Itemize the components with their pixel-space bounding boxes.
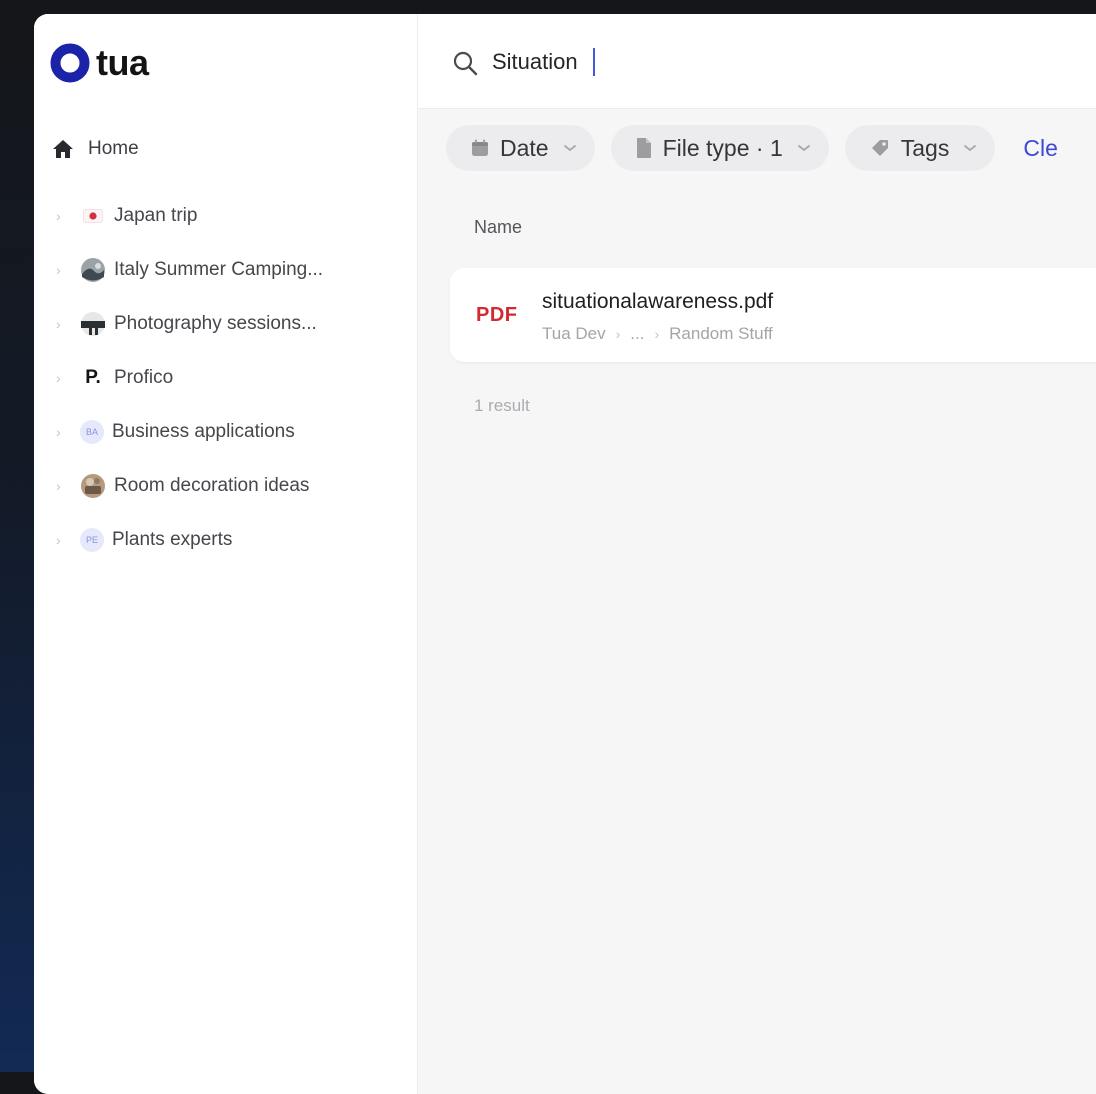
home-icon bbox=[52, 139, 74, 159]
initials-avatar-icon: PE bbox=[80, 528, 104, 552]
chevron-right-icon[interactable]: › bbox=[56, 532, 70, 548]
name-column-header[interactable]: Name bbox=[474, 217, 522, 238]
pdf-file-icon: PDF bbox=[476, 304, 518, 326]
file-path-breadcrumb: Tua Dev › ... › Random Stuff bbox=[542, 324, 773, 344]
chevron-right-icon[interactable]: › bbox=[56, 370, 70, 386]
japan-flag-icon bbox=[80, 203, 106, 229]
tags-filter-label: Tags bbox=[900, 134, 950, 161]
main-panel: Date File type · 1 Tags bbox=[418, 14, 1096, 1094]
date-filter-chip[interactable]: Date bbox=[446, 125, 595, 171]
date-filter-label: Date bbox=[500, 134, 549, 161]
chevron-right-icon: › bbox=[654, 326, 660, 342]
chevron-right-icon[interactable]: › bbox=[56, 316, 70, 332]
chevron-right-icon[interactable]: › bbox=[56, 262, 70, 278]
sidebar-item-label: Profico bbox=[114, 367, 174, 388]
tua-logo-icon bbox=[50, 43, 90, 83]
chevron-right-icon[interactable]: › bbox=[56, 424, 70, 440]
sidebar-item-label: Japan trip bbox=[114, 205, 198, 226]
file-icon bbox=[635, 137, 653, 159]
sidebar-item-business-applications[interactable]: › BA Business applications bbox=[56, 405, 323, 459]
sidebar-item-label: Italy Summer Camping... bbox=[114, 259, 324, 280]
sidebar-item-profico[interactable]: › P. Profico bbox=[56, 351, 323, 405]
chevron-down-icon bbox=[797, 143, 811, 153]
initials-avatar-icon: BA bbox=[80, 420, 104, 444]
filter-bar: Date File type · 1 Tags Cle bbox=[446, 125, 1058, 171]
search-icon bbox=[452, 50, 478, 81]
chevron-down-icon bbox=[963, 143, 977, 153]
file-type-filter-chip[interactable]: File type · 1 bbox=[610, 125, 829, 171]
sidebar-item-italy-summer-camping[interactable]: › Italy Summer Camping... bbox=[56, 243, 323, 297]
chevron-right-icon[interactable]: › bbox=[56, 478, 70, 494]
file-name: situationalawareness.pdf bbox=[542, 290, 774, 313]
sidebar-item-label: Room decoration ideas bbox=[114, 475, 310, 496]
sidebar-item-label: Plants experts bbox=[112, 529, 233, 550]
sidebar-item-label: Home bbox=[88, 138, 139, 159]
sidebar-item-photography-sessions[interactable]: › Photography sessions... bbox=[56, 297, 323, 351]
path-segment: ... bbox=[630, 324, 645, 343]
search-result-row[interactable]: PDF situationalawareness.pdf Tua Dev › .… bbox=[450, 268, 1096, 362]
photo-thumbnail-icon bbox=[80, 473, 106, 499]
sidebar-item-home[interactable]: Home bbox=[52, 136, 139, 162]
app-logo[interactable]: tua bbox=[50, 42, 149, 84]
tag-icon bbox=[869, 137, 891, 159]
search-input[interactable] bbox=[492, 42, 1092, 82]
photo-thumbnail-icon bbox=[80, 311, 106, 337]
workspace-list: › Japan trip › Italy Summer Camping... ›… bbox=[56, 189, 323, 567]
app-window: tua Home › Japan trip › Italy Summer Cam… bbox=[34, 14, 1096, 1094]
sidebar-item-plants-experts[interactable]: › PE Plants experts bbox=[56, 513, 323, 567]
profico-logo-icon: P. bbox=[85, 367, 101, 388]
path-segment: Tua Dev bbox=[542, 324, 606, 343]
path-segment: Random Stuff bbox=[669, 324, 773, 343]
photo-thumbnail-icon bbox=[80, 257, 106, 283]
search-bar bbox=[418, 14, 1096, 109]
chevron-right-icon: › bbox=[615, 326, 621, 342]
text-cursor bbox=[593, 48, 595, 76]
sidebar-item-label: Photography sessions... bbox=[114, 313, 317, 334]
app-name: tua bbox=[96, 42, 149, 83]
clear-filters-link[interactable]: Cle bbox=[1023, 135, 1058, 162]
chevron-down-icon bbox=[563, 143, 577, 153]
sidebar-item-label: Business applications bbox=[112, 421, 295, 442]
tags-filter-chip[interactable]: Tags bbox=[844, 125, 996, 171]
sidebar: tua Home › Japan trip › Italy Summer Cam… bbox=[34, 14, 418, 1094]
sidebar-item-room-decoration-ideas[interactable]: › Room decoration ideas bbox=[56, 459, 323, 513]
chevron-right-icon[interactable]: › bbox=[56, 208, 70, 224]
sidebar-item-japan-trip[interactable]: › Japan trip bbox=[56, 189, 323, 243]
result-count: 1 result bbox=[474, 396, 530, 415]
calendar-icon bbox=[470, 138, 490, 158]
file-type-filter-label: File type · 1 bbox=[662, 134, 783, 161]
